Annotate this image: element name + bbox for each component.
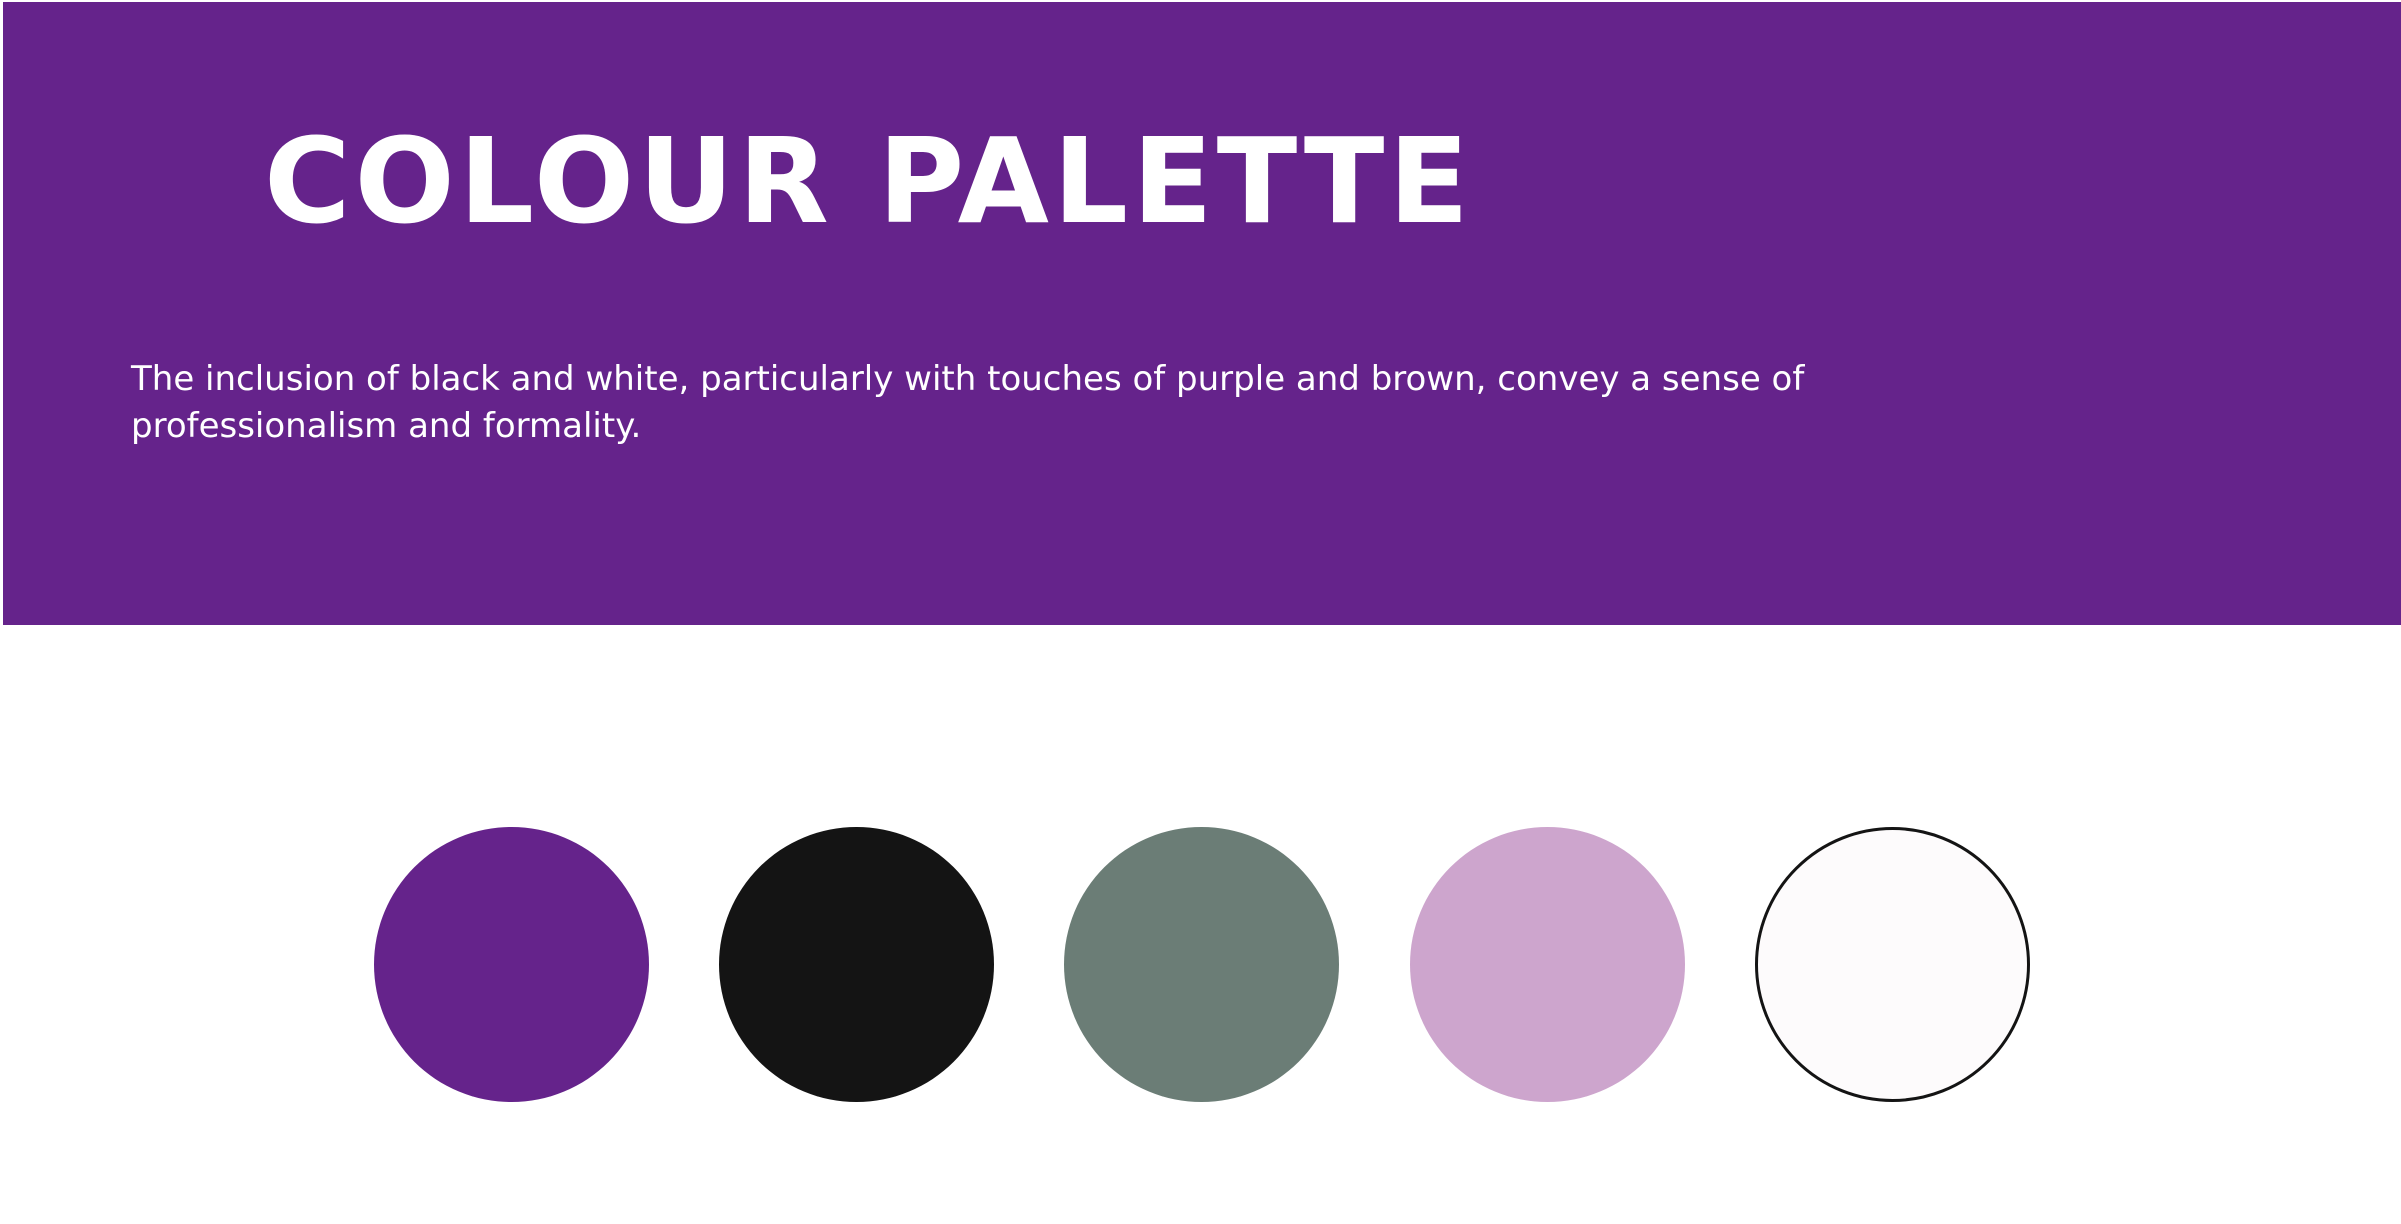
swatch-black	[719, 827, 994, 1102]
header-banner: COLOUR PALETTE The inclusion of black an…	[3, 2, 2401, 625]
palette-description: The inclusion of black and white, partic…	[131, 359, 1805, 446]
swatch-purple	[374, 827, 649, 1102]
swatch-lilac	[1410, 827, 1685, 1102]
swatch-off-white	[1755, 827, 2030, 1102]
swatch-grey-green	[1064, 827, 1339, 1102]
page-title: COLOUR PALETTE	[263, 112, 1473, 250]
